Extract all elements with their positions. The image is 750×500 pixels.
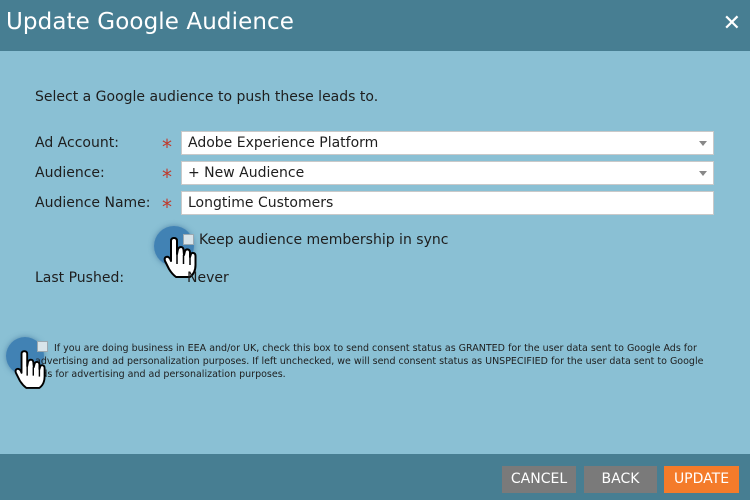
ad-account-label: Ad Account: [35,135,119,151]
update-button[interactable]: UPDATE [664,466,739,493]
last-pushed-label: Last Pushed: [35,270,125,286]
audience-select[interactable]: + New Audience [181,161,714,185]
dialog-title: Update Google Audience [6,9,295,35]
intro-text: Select a Google audience to push these l… [35,89,379,105]
hand-pointer-icon [14,350,46,389]
sync-checkbox-label: Keep audience membership in sync [199,232,449,248]
audience-name-value: Longtime Customers [188,195,334,211]
audience-label: Audience: [35,165,105,181]
dialog-titlebar: Update Google Audience ✕ [0,0,750,51]
close-icon[interactable]: ✕ [723,10,741,38]
required-marker: * [162,165,172,189]
consent-text: If you are doing business in EEA and/or … [35,343,704,380]
dialog-footer: CANCEL BACK UPDATE [0,454,750,500]
last-pushed-value: Never [187,270,229,286]
update-google-audience-dialog: Update Google Audience ✕ Select a Google… [0,0,750,500]
back-button[interactable]: BACK [584,466,657,493]
audience-value: + New Audience [188,165,305,181]
chevron-down-icon [699,171,707,176]
chevron-down-icon [699,141,707,146]
ad-account-select[interactable]: Adobe Experience Platform [181,131,714,155]
audience-name-label: Audience Name: [35,195,151,211]
required-marker: * [162,195,172,219]
audience-name-input[interactable]: Longtime Customers [181,191,714,215]
required-marker: * [162,135,172,159]
ad-account-value: Adobe Experience Platform [188,135,379,151]
cancel-button[interactable]: CANCEL [502,466,576,493]
